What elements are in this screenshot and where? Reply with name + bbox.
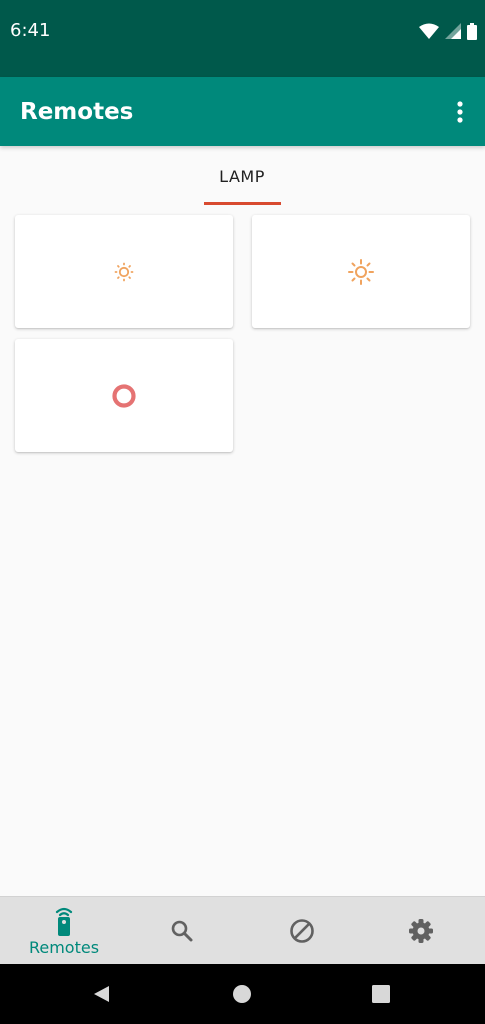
nav-block[interactable] [252, 897, 352, 965]
system-back-button[interactable] [89, 982, 113, 1006]
signal-icon [445, 23, 461, 39]
system-navigation-bar [0, 964, 485, 1024]
recents-icon [372, 985, 390, 1003]
tab-lamp[interactable]: LAMP [200, 146, 284, 206]
status-time: 6:41 [10, 20, 51, 41]
bottom-navigation: Remotes [0, 896, 485, 965]
battery-icon [467, 22, 477, 40]
app-bar: Remotes [0, 77, 485, 146]
search-icon [171, 920, 193, 942]
tab-lamp-label: LAMP [219, 167, 265, 186]
system-recents-button[interactable] [369, 982, 393, 1006]
status-icons [419, 20, 477, 42]
system-home-button[interactable] [230, 982, 254, 1006]
power-ring-icon [112, 383, 136, 408]
remote-button-power[interactable] [15, 339, 233, 452]
home-icon [233, 985, 251, 1003]
nav-search[interactable] [132, 897, 232, 965]
overflow-menu-button[interactable] [451, 97, 469, 127]
nav-remotes-label: Remotes [28, 937, 100, 957]
remote-button-brightness-down[interactable] [15, 215, 233, 328]
back-icon [94, 986, 109, 1002]
remote-button-brightness-up[interactable] [252, 215, 470, 328]
gear-icon [409, 919, 433, 943]
status-bar: 6:41 [0, 0, 485, 77]
app-title: Remotes [20, 99, 134, 125]
brightness-low-icon [114, 262, 134, 281]
tab-strip: LAMP [0, 146, 485, 208]
wifi-icon [419, 23, 439, 39]
more-vert-icon [457, 101, 463, 123]
brightness-high-icon [348, 258, 374, 285]
block-icon [290, 919, 314, 943]
remote-icon [55, 907, 73, 936]
tab-indicator [204, 202, 281, 205]
nav-remotes[interactable]: Remotes [14, 897, 114, 965]
nav-settings[interactable] [371, 897, 471, 965]
